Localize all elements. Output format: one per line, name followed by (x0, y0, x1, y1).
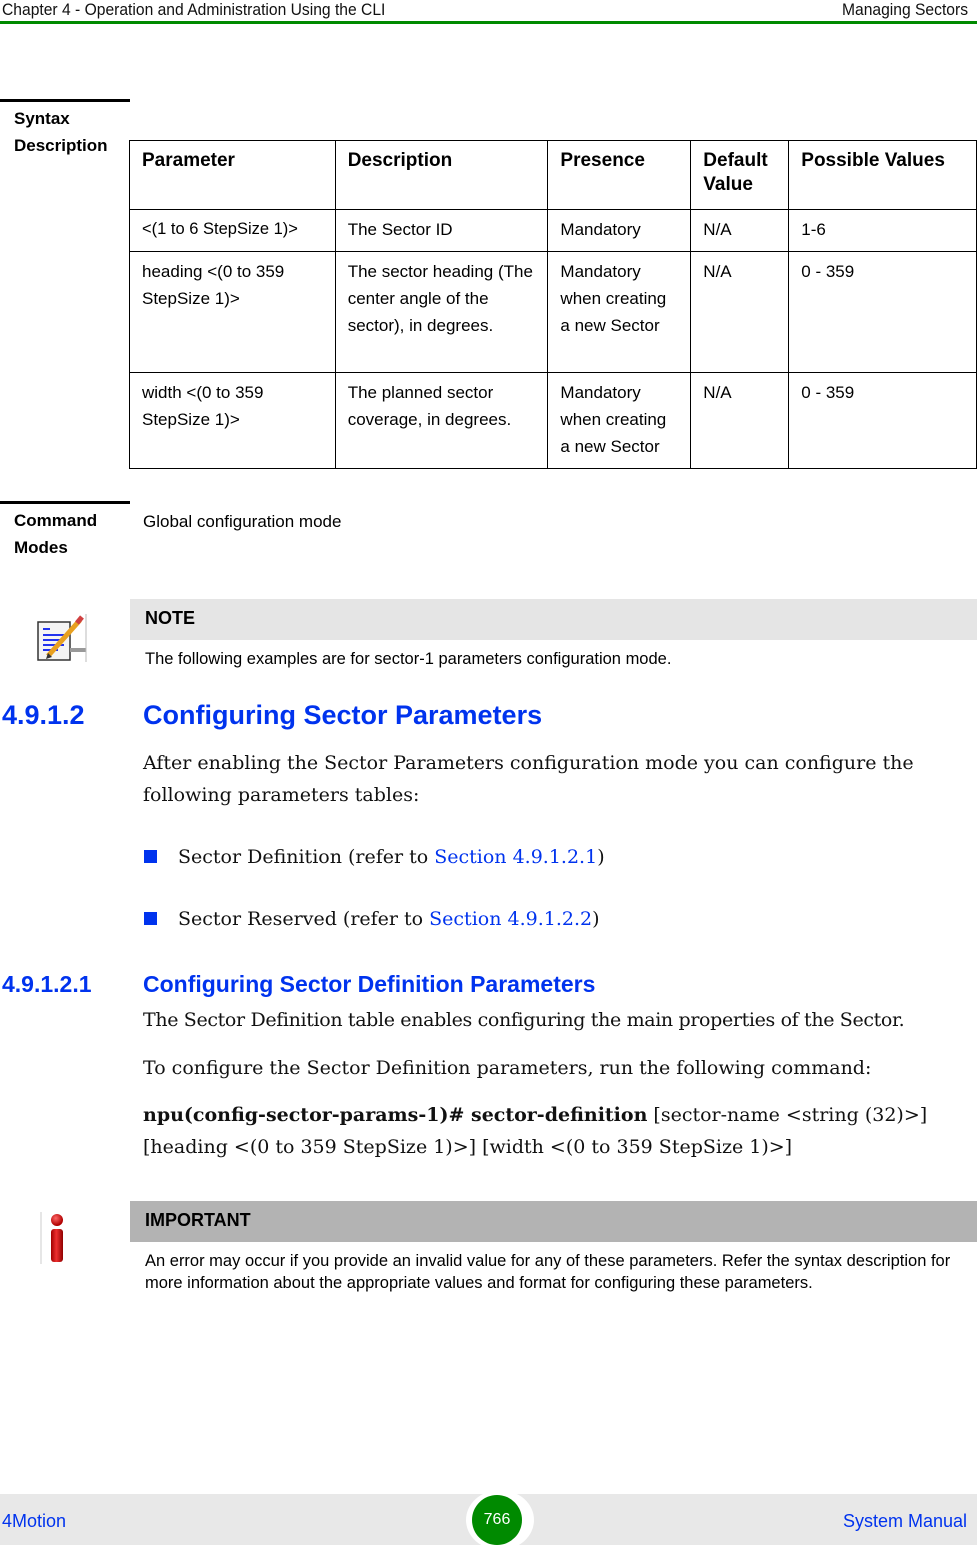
cell-presence: Mandatory when creating a new Sector (547, 251, 692, 373)
header-section-title: Managing Sectors (841, 0, 968, 19)
syntax-table: Parameter Description Presence Default V… (129, 140, 977, 469)
command-args-2: [heading <(0 to 359 StepSize 1)>] [width… (143, 1136, 793, 1158)
bullet-square-icon (144, 912, 157, 925)
column-header-parameter: Parameter (129, 140, 336, 210)
table-row: width <(0 to 359 StepSize 1)> The planne… (129, 372, 977, 469)
command-modes-value: Global configuration mode (143, 512, 342, 531)
syntax-label-line1: Syntax (14, 109, 70, 128)
section-number: 4.9.1.2 (2, 700, 85, 730)
section-intro: After enabling the Sector Parameters con… (143, 752, 914, 806)
column-header-default-value: Default Value (690, 140, 790, 210)
header-divider (0, 21, 977, 24)
cell-presence: Mandatory (547, 209, 692, 252)
page-number: 766 (472, 1495, 522, 1545)
link-section-4-9-1-2-1[interactable]: Section 4.9.1.2.1 (434, 846, 597, 868)
cell-default-value: N/A (690, 251, 790, 373)
note-text: The following examples are for sector-1 … (145, 650, 672, 668)
subsection-paragraph-2: To configure the Sector Definition param… (143, 1057, 872, 1079)
cell-possible-values: 1-6 (788, 209, 977, 252)
link-section-4-9-1-2-2[interactable]: Section 4.9.1.2.2 (429, 908, 592, 930)
cell-parameter: <(1 to 6 StepSize 1)> (129, 209, 336, 252)
note-title: NOTE (130, 599, 977, 640)
cell-presence: Mandatory when creating a new Sector (547, 372, 692, 469)
command-modes-label: Command Modes (14, 507, 97, 561)
command-args-1: [sector-name <string (32)>] (647, 1104, 928, 1126)
section-title: Configuring Sector Parameters (143, 700, 543, 730)
cell-description: The planned sector coverage, in degrees. (334, 372, 549, 469)
header-chapter-title: Chapter 4 - Operation and Administration… (2, 0, 386, 19)
syntax-label-line2: Description (14, 136, 108, 155)
footer-product-name: 4Motion (2, 1511, 67, 1531)
command-bold: npu(config-sector-params-1)# sector-defi… (143, 1104, 648, 1126)
bullet-square-icon (144, 850, 157, 863)
cell-default-value: N/A (690, 209, 790, 252)
column-header-presence: Presence (547, 140, 692, 210)
subsection-title: Configuring Sector Definition Parameters (143, 971, 596, 997)
cell-possible-values: 0 - 359 (788, 372, 977, 469)
important-text: An error may occur if you provide an inv… (145, 1252, 951, 1292)
cell-parameter: heading <(0 to 359 StepSize 1)> (129, 251, 336, 373)
bullet-text: Sector Definition (refer to (178, 846, 435, 868)
syntax-description-rule (0, 99, 130, 102)
cell-possible-values: 0 - 359 (788, 251, 977, 373)
table-row: heading <(0 to 359 StepSize 1)> The sect… (129, 251, 977, 373)
command-syntax: npu(config-sector-params-1)# sector-defi… (143, 1099, 973, 1163)
note-pencil-icon (36, 612, 88, 664)
footer-manual-name: System Manual (842, 1511, 967, 1531)
bullet-text: Sector Reserved (refer to (178, 908, 430, 930)
syntax-description-label: Syntax Description (14, 105, 108, 159)
cell-description: The sector heading (The center angle of … (334, 251, 549, 373)
command-modes-label-line2: Modes (14, 538, 68, 557)
column-header-description: Description (334, 140, 549, 210)
info-important-icon (40, 1212, 66, 1268)
cell-default-value: N/A (690, 372, 790, 469)
table-header-row: Parameter Description Presence Default V… (129, 140, 977, 210)
bullet-text-after: ) (592, 908, 600, 930)
table-row: <(1 to 6 StepSize 1)> The Sector ID Mand… (129, 209, 977, 252)
bullet-text-after: ) (597, 846, 605, 868)
cell-description: The Sector ID (334, 209, 549, 252)
important-title: IMPORTANT (130, 1201, 977, 1242)
bullet-item-sector-definition: Sector Definition (refer to Section 4.9.… (178, 841, 605, 873)
subsection-number: 4.9.1.2.1 (2, 971, 92, 997)
command-line-1: npu(config-sector-params-1)# sector-defi… (143, 1099, 973, 1131)
command-modes-rule (0, 501, 130, 504)
bullet-item-sector-reserved: Sector Reserved (refer to Section 4.9.1.… (178, 903, 600, 935)
command-modes-label-line1: Command (14, 511, 98, 530)
subsection-paragraph-1: The Sector Definition table enables conf… (143, 1009, 905, 1031)
cell-parameter: width <(0 to 359 StepSize 1)> (129, 372, 336, 469)
column-header-possible-values: Possible Values (788, 140, 977, 210)
